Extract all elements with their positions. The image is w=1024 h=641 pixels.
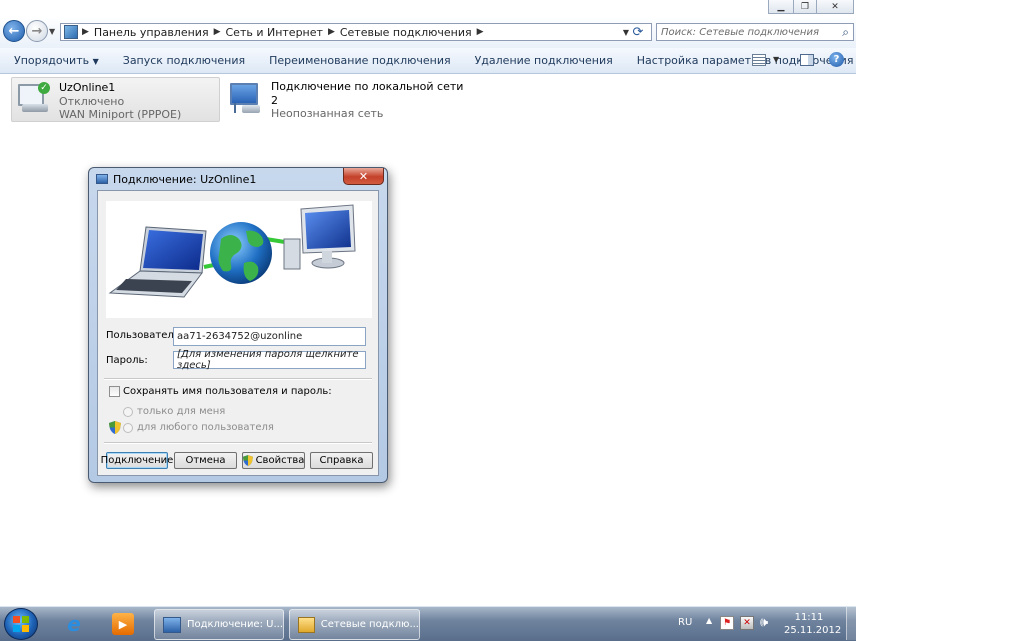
explorer-window: ▁ ❐ ✕ ← → ▼ ▶ Панель управления ▶ Сеть и… <box>0 0 856 606</box>
taskbar-item-label: Подключение: U... <box>186 619 283 630</box>
delete-connection-button[interactable]: Удаление подключения <box>463 54 625 67</box>
properties-label: Свойства <box>255 455 305 466</box>
breadcrumb-control-panel[interactable]: Панель управления <box>94 26 209 39</box>
media-player-icon[interactable]: ▶ <box>112 613 134 635</box>
connection-device: Неопознанная сеть <box>271 107 384 120</box>
laptop-globe-computer-image <box>108 204 356 298</box>
control-panel-icon <box>64 25 78 39</box>
connection-item-uzonline1[interactable]: ✓ UzOnline1 Отключено WAN Miniport (PPPO… <box>11 77 220 122</box>
any-user-radio[interactable] <box>123 423 133 433</box>
connection-name: Подключение по локальной сети <box>271 80 464 93</box>
address-bar[interactable]: ▶ Панель управления ▶ Сеть и Интернет ▶ … <box>60 23 652 41</box>
connection-name: UzOnline1 <box>59 81 116 94</box>
folder-icon <box>298 616 315 633</box>
connection-settings-button[interactable]: Настройка параметров подключения <box>625 54 856 67</box>
refresh-icon[interactable]: ⟳ <box>628 23 648 41</box>
dialog-close-button[interactable]: ✕ <box>343 168 384 185</box>
connection-status: 2 <box>271 94 278 107</box>
cancel-button[interactable]: Отмена <box>174 452 237 469</box>
maximize-button[interactable]: ❐ <box>793 0 817 14</box>
taskbar-item-dialog[interactable]: Подключение: U... <box>154 609 284 640</box>
only-me-radio[interactable] <box>123 407 133 417</box>
taskbar-item-label: Сетевые подклю... <box>320 619 419 630</box>
organize-button[interactable]: Упорядочить ▼ <box>0 54 111 67</box>
action-center-flag-icon[interactable]: ⚑ <box>720 616 734 630</box>
minimize-button[interactable]: ▁ <box>768 0 794 14</box>
network-connection-icon <box>163 616 181 633</box>
preview-pane-icon[interactable] <box>800 54 814 66</box>
connection-illustration <box>106 201 372 318</box>
volume-icon[interactable]: 🕪 <box>760 615 768 630</box>
command-toolbar: Упорядочить ▼ Запуск подключения Переиме… <box>0 48 856 74</box>
uac-shield-icon <box>242 455 253 466</box>
rename-connection-button[interactable]: Переименование подключения <box>257 54 462 67</box>
language-indicator[interactable]: RU <box>678 617 692 628</box>
breadcrumb-network-connections[interactable]: Сетевые подключения <box>340 26 472 39</box>
view-dropdown-icon[interactable]: ▼ <box>773 55 779 64</box>
show-hidden-icons-icon[interactable]: ▲ <box>706 616 712 625</box>
close-window-button[interactable]: ✕ <box>816 0 854 14</box>
organize-label: Упорядочить <box>14 54 90 67</box>
password-label: Пароль: <box>106 355 148 366</box>
window-titlebar: ▁ ❐ ✕ <box>0 0 856 16</box>
connect-dialog: Подключение: UzOnline1 ✕ Пользователь: a… <box>88 167 388 483</box>
change-view-icon[interactable] <box>752 54 766 66</box>
divider <box>104 378 372 380</box>
chevron-right-icon: ▶ <box>82 27 89 37</box>
back-button[interactable]: ← <box>3 20 25 42</box>
save-credentials-label: Сохранять имя пользователя и пароль: <box>123 386 332 397</box>
start-button[interactable] <box>4 608 38 640</box>
any-user-label: для любого пользователя <box>137 422 274 433</box>
clock[interactable]: 11:11 25.11.2012 <box>784 611 842 637</box>
properties-button[interactable]: Свойства <box>242 452 305 469</box>
connection-item-lan[interactable]: Подключение по локальной сети 2 Неопозна… <box>224 77 464 122</box>
forward-button[interactable]: → <box>26 20 48 42</box>
connection-status: Отключено <box>59 95 125 108</box>
uac-shield-icon <box>109 421 121 434</box>
only-me-label: только для меня <box>137 406 226 417</box>
chevron-right-icon[interactable]: ▶ <box>214 27 221 37</box>
clock-date: 25.11.2012 <box>784 625 842 636</box>
breadcrumb-network-internet[interactable]: Сеть и Интернет <box>226 26 323 39</box>
recent-pages-dropdown-icon[interactable]: ▼ <box>49 27 55 36</box>
taskbar: e ▶ Подключение: U... Сетевые подклю... … <box>0 606 857 641</box>
save-credentials-checkbox[interactable] <box>109 386 120 397</box>
help-icon[interactable]: ? <box>829 52 844 67</box>
taskbar-item-explorer[interactable]: Сетевые подклю... <box>289 609 420 640</box>
password-field[interactable]: [Для изменения пароля щелкните здесь] <box>173 349 366 371</box>
dialog-title: Подключение: UzOnline1 <box>113 173 257 186</box>
network-status-icon[interactable]: ✕ <box>740 616 754 630</box>
user-name-field[interactable]: aa71-2634752@uzonline <box>173 327 366 346</box>
connection-device: WAN Miniport (PPPOE) <box>59 108 182 121</box>
search-input[interactable]: Поиск: Сетевые подключения ⌕ <box>656 23 854 41</box>
dialog-network-icon <box>96 174 108 184</box>
divider <box>104 442 372 444</box>
help-button[interactable]: Справка <box>310 452 373 469</box>
connect-button[interactable]: Подключение <box>101 452 173 469</box>
dialup-connection-icon: ✓ <box>16 82 50 116</box>
chevron-right-icon[interactable]: ▶ <box>477 27 484 37</box>
search-icon[interactable]: ⌕ <box>842 25 849 40</box>
dialog-body: Пользователь: aa71-2634752@uzonline Паро… <box>97 190 379 476</box>
show-desktop-button[interactable] <box>846 607 857 640</box>
start-connection-button[interactable]: Запуск подключения <box>111 54 257 67</box>
check-badge-icon: ✓ <box>38 82 50 94</box>
windows-logo-icon <box>13 616 29 632</box>
internet-explorer-icon[interactable]: e <box>60 611 88 637</box>
dropdown-arrow-icon: ▼ <box>92 57 99 66</box>
clock-time: 11:11 <box>794 612 824 623</box>
user-label: Пользователь: <box>106 330 184 341</box>
chevron-right-icon[interactable]: ▶ <box>328 27 335 37</box>
search-placeholder: Поиск: Сетевые подключения <box>661 26 819 38</box>
lan-connection-icon <box>228 81 262 115</box>
